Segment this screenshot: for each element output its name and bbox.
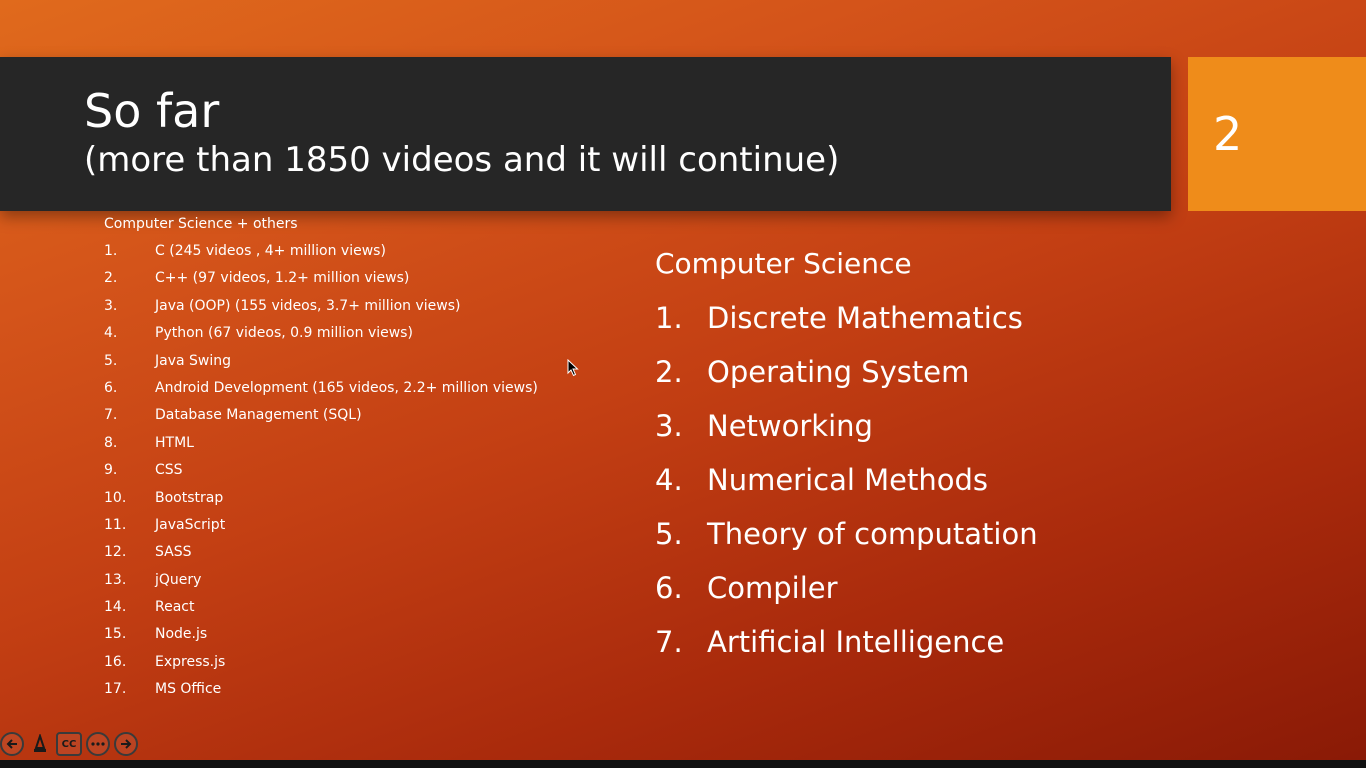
list-item-text: Android Development (165 videos, 2.2+ mi…: [155, 379, 538, 396]
subtitles-button[interactable]: CC: [56, 732, 82, 756]
list-item: 13. jQuery: [104, 570, 538, 597]
previous-slide-button[interactable]: [0, 732, 24, 756]
list-item-text: Theory of computation: [707, 517, 1038, 551]
list-item: 2. Operating System: [655, 353, 1038, 407]
list-item-number: 9.: [104, 462, 118, 479]
list-item: 6. Compiler: [655, 569, 1038, 623]
slide-title: So far: [84, 84, 220, 138]
list-item-text: Discrete Mathematics: [707, 301, 1023, 335]
list-item-text: Compiler: [707, 571, 838, 605]
list-item: 7. Artificial Intelligence: [655, 623, 1038, 677]
list-item-number: 13.: [104, 571, 127, 588]
list-item: 2. C++ (97 videos, 1.2+ million views): [104, 268, 538, 295]
list-item: 5. Theory of computation: [655, 515, 1038, 569]
right-column-list: 1. Discrete Mathematics 2. Operating Syste…: [655, 299, 1038, 677]
list-item: 14. React: [104, 597, 538, 624]
left-column-list: 1. C (245 videos , 4+ million views) 2. C+…: [104, 241, 538, 707]
previous-icon: [6, 739, 17, 749]
list-item-number: 2.: [104, 270, 118, 287]
list-item: 5. Java Swing: [104, 351, 538, 378]
next-icon: [121, 739, 132, 749]
subtitles-icon: CC: [61, 738, 77, 750]
list-item-text: HTML: [155, 434, 194, 451]
list-item-number: 1.: [104, 243, 118, 259]
list-item-number: 10.: [104, 489, 127, 506]
list-item-number: 8.: [104, 434, 118, 451]
list-item: 10. Bootstrap: [104, 488, 538, 515]
list-item: 16. Express.js: [104, 652, 538, 679]
list-item: 11. JavaScript: [104, 515, 538, 542]
list-item-number: 5.: [655, 517, 683, 551]
list-item-text: Bootstrap: [155, 489, 224, 506]
list-item: 9. CSS: [104, 460, 538, 487]
list-item-number: 7.: [104, 407, 118, 424]
list-item-number: 2.: [655, 355, 683, 389]
left-column-heading: Computer Science + others: [104, 216, 298, 232]
presentation-slide: So far (more than 1850 videos and it wil…: [0, 0, 1366, 760]
list-item: 1. Discrete Mathematics: [655, 299, 1038, 353]
list-item-text: Database Management (SQL): [155, 407, 362, 424]
list-item-text: JavaScript: [155, 516, 226, 533]
list-item: 8. HTML: [104, 433, 538, 460]
list-item-number: 15.: [104, 626, 127, 643]
list-item: 3. Networking: [655, 407, 1038, 461]
list-item-text: Networking: [707, 409, 873, 443]
pen-icon: [34, 734, 46, 752]
list-item-text: C (245 videos , 4+ million views): [155, 243, 386, 259]
list-item-number: 5.: [104, 352, 118, 369]
right-column-heading: Computer Science: [655, 247, 912, 280]
list-item-text: Java (OOP) (155 videos, 3.7+ million vie…: [155, 297, 461, 314]
list-item-text: MS Office: [155, 681, 222, 698]
list-item-text: jQuery: [155, 571, 202, 588]
list-item-text: Python (67 videos, 0.9 million views): [155, 325, 413, 342]
list-item-text: Operating System: [707, 355, 970, 389]
list-item-text: Artificial Intelligence: [707, 625, 1005, 659]
slide-number: 2: [1213, 107, 1243, 161]
list-item: 1. C (245 videos , 4+ million views): [104, 241, 538, 268]
list-item: 15. Node.js: [104, 624, 538, 651]
list-item: 3. Java (OOP) (155 videos, 3.7+ million v…: [104, 296, 538, 323]
list-item-text: CSS: [155, 462, 183, 479]
slide-subtitle: (more than 1850 videos and it will conti…: [84, 140, 840, 180]
list-item-number: 6.: [104, 379, 118, 396]
more-icon: [91, 742, 105, 746]
list-item-text: Express.js: [155, 653, 226, 670]
list-item: 4. Python (67 videos, 0.9 million views): [104, 323, 538, 350]
list-item-text: Numerical Methods: [707, 463, 989, 497]
list-item: 12. SASS: [104, 542, 538, 569]
list-item-number: 17.: [104, 681, 127, 698]
list-item-number: 4.: [655, 463, 683, 497]
list-item-text: React: [155, 599, 195, 616]
list-item-number: 14.: [104, 599, 127, 616]
list-item-number: 3.: [655, 409, 683, 443]
pen-tool-button[interactable]: [28, 732, 52, 756]
list-item-text: C++ (97 videos, 1.2+ million views): [155, 270, 410, 287]
list-item-number: 3.: [104, 297, 118, 314]
list-item-text: Node.js: [155, 626, 208, 643]
list-item-number: 16.: [104, 653, 127, 670]
list-item: 6. Android Development (165 videos, 2.2+ …: [104, 378, 538, 405]
list-item: 7. Database Management (SQL): [104, 405, 538, 432]
list-item-number: 11.: [104, 516, 127, 533]
next-slide-button[interactable]: [114, 732, 138, 756]
mouse-cursor-icon: [567, 359, 579, 377]
list-item-text: SASS: [155, 544, 192, 561]
list-item-number: 6.: [655, 571, 683, 605]
list-item-number: 4.: [104, 325, 118, 342]
list-item-number: 12.: [104, 544, 127, 561]
list-item: 4. Numerical Methods: [655, 461, 1038, 515]
list-item-number: 1.: [655, 301, 683, 335]
list-item-number: 7.: [655, 625, 683, 659]
list-item: 17. MS Office: [104, 679, 538, 706]
list-item-text: Java Swing: [155, 352, 232, 369]
more-options-button[interactable]: [86, 732, 110, 756]
slideshow-controls: CC: [0, 732, 138, 758]
bottom-bar: [0, 760, 1366, 768]
